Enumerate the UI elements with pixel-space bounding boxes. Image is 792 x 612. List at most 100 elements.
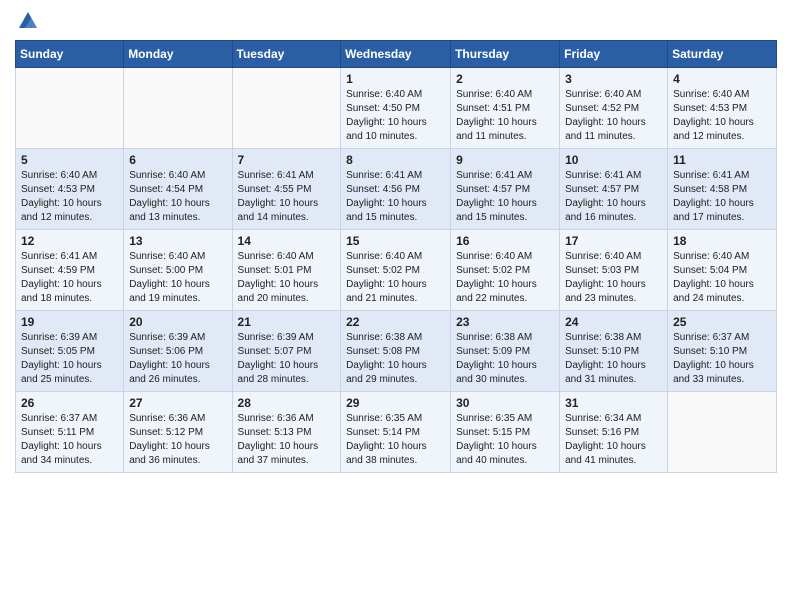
week-row-0: 1 Sunrise: 6:40 AM Sunset: 4:50 PM Daylig…: [16, 68, 777, 149]
calendar-cell: 17Sunrise: 6:40 AM Sunset: 5:03 PM Dayli…: [560, 230, 668, 311]
day-number: 19: [21, 315, 118, 329]
day-number: 12: [21, 234, 118, 248]
day-info: Sunrise: 6:38 AM Sunset: 5:09 PM Dayligh…: [456, 331, 554, 387]
day-header-monday: Monday: [124, 41, 232, 68]
day-info: Sunrise: 6:41 AM Sunset: 4:58 PM Dayligh…: [673, 169, 771, 225]
week-row-2: 12 Sunrise: 6:41 AM Sunset: 4:59 PM Dayli…: [16, 230, 777, 311]
day-info: Sunrise: 6:41 AM Sunset: 4:59 PM Dayligh…: [21, 250, 118, 306]
calendar-cell: 2 Sunrise: 6:40 AM Sunset: 4:51 PM Daylig…: [451, 68, 560, 149]
day-info: Sunrise: 6:40 AM Sunset: 4:52 PM Dayligh…: [565, 88, 662, 144]
day-info: Sunrise: 6:37 AM Sunset: 5:10 PM Dayligh…: [673, 331, 771, 387]
calendar-cell: 24 Sunrise: 6:38 AM Sunset: 5:10 PM Dayli…: [560, 311, 668, 392]
calendar-cell: 1 Sunrise: 6:40 AM Sunset: 4:50 PM Daylig…: [341, 68, 451, 149]
day-number: 15: [346, 234, 445, 248]
day-number: 8: [346, 153, 445, 167]
day-info: Sunrise: 6:40 AM Sunset: 4:53 PM Dayligh…: [673, 88, 771, 144]
calendar-cell: [16, 68, 124, 149]
calendar-cell: 28 Sunrise: 6:36 AM Sunset: 5:13 PM Dayli…: [232, 392, 341, 473]
day-number: 28: [238, 396, 336, 410]
calendar-table: SundayMondayTuesdayWednesdayThursdayFrid…: [15, 40, 777, 473]
calendar-cell: 7Sunrise: 6:41 AM Sunset: 4:55 PM Daylig…: [232, 149, 341, 230]
day-number: 16: [456, 234, 554, 248]
day-number: 10: [565, 153, 662, 167]
calendar-cell: 11 Sunrise: 6:41 AM Sunset: 4:58 PM Dayli…: [668, 149, 777, 230]
calendar-cell: 15 Sunrise: 6:40 AM Sunset: 5:02 PM Dayli…: [341, 230, 451, 311]
calendar-cell: 26Sunrise: 6:37 AM Sunset: 5:11 PM Dayli…: [16, 392, 124, 473]
calendar-cell: 10 Sunrise: 6:41 AM Sunset: 4:57 PM Dayli…: [560, 149, 668, 230]
day-number: 22: [346, 315, 445, 329]
day-number: 18: [673, 234, 771, 248]
calendar-cell: 20 Sunrise: 6:39 AM Sunset: 5:06 PM Dayli…: [124, 311, 232, 392]
day-number: 17: [565, 234, 662, 248]
week-row-4: 26Sunrise: 6:37 AM Sunset: 5:11 PM Dayli…: [16, 392, 777, 473]
day-info: Sunrise: 6:38 AM Sunset: 5:10 PM Dayligh…: [565, 331, 662, 387]
day-info: Sunrise: 6:40 AM Sunset: 4:54 PM Dayligh…: [129, 169, 226, 225]
day-info: Sunrise: 6:36 AM Sunset: 5:12 PM Dayligh…: [129, 412, 226, 468]
day-number: 5: [21, 153, 118, 167]
day-header-saturday: Saturday: [668, 41, 777, 68]
day-number: 2: [456, 72, 554, 86]
logo-icon: [17, 10, 39, 32]
day-header-thursday: Thursday: [451, 41, 560, 68]
day-info: Sunrise: 6:40 AM Sunset: 5:04 PM Dayligh…: [673, 250, 771, 306]
calendar-cell: 8 Sunrise: 6:41 AM Sunset: 4:56 PM Daylig…: [341, 149, 451, 230]
calendar-cell: 16 Sunrise: 6:40 AM Sunset: 5:02 PM Dayli…: [451, 230, 560, 311]
calendar-cell: 19 Sunrise: 6:39 AM Sunset: 5:05 PM Dayli…: [16, 311, 124, 392]
header: [15, 10, 777, 30]
calendar-cell: 14Sunrise: 6:40 AM Sunset: 5:01 PM Dayli…: [232, 230, 341, 311]
day-number: 1: [346, 72, 445, 86]
day-number: 30: [456, 396, 554, 410]
calendar-cell: 23 Sunrise: 6:38 AM Sunset: 5:09 PM Dayli…: [451, 311, 560, 392]
day-info: Sunrise: 6:41 AM Sunset: 4:57 PM Dayligh…: [456, 169, 554, 225]
day-info: Sunrise: 6:40 AM Sunset: 5:02 PM Dayligh…: [456, 250, 554, 306]
calendar-cell: [668, 392, 777, 473]
calendar-cell: 4Sunrise: 6:40 AM Sunset: 4:53 PM Daylig…: [668, 68, 777, 149]
calendar-cell: 3 Sunrise: 6:40 AM Sunset: 4:52 PM Daylig…: [560, 68, 668, 149]
day-info: Sunrise: 6:40 AM Sunset: 5:02 PM Dayligh…: [346, 250, 445, 306]
day-info: Sunrise: 6:35 AM Sunset: 5:15 PM Dayligh…: [456, 412, 554, 468]
day-info: Sunrise: 6:40 AM Sunset: 5:01 PM Dayligh…: [238, 250, 336, 306]
calendar-cell: [232, 68, 341, 149]
day-info: Sunrise: 6:41 AM Sunset: 4:57 PM Dayligh…: [565, 169, 662, 225]
main-container: SundayMondayTuesdayWednesdayThursdayFrid…: [0, 0, 792, 483]
day-number: 20: [129, 315, 226, 329]
calendar-cell: 13Sunrise: 6:40 AM Sunset: 5:00 PM Dayli…: [124, 230, 232, 311]
day-info: Sunrise: 6:40 AM Sunset: 4:51 PM Dayligh…: [456, 88, 554, 144]
day-number: 27: [129, 396, 226, 410]
day-info: Sunrise: 6:39 AM Sunset: 5:06 PM Dayligh…: [129, 331, 226, 387]
day-header-friday: Friday: [560, 41, 668, 68]
day-info: Sunrise: 6:35 AM Sunset: 5:14 PM Dayligh…: [346, 412, 445, 468]
day-number: 24: [565, 315, 662, 329]
day-info: Sunrise: 6:41 AM Sunset: 4:56 PM Dayligh…: [346, 169, 445, 225]
day-number: 6: [129, 153, 226, 167]
day-number: 25: [673, 315, 771, 329]
day-info: Sunrise: 6:39 AM Sunset: 5:07 PM Dayligh…: [238, 331, 336, 387]
day-info: Sunrise: 6:34 AM Sunset: 5:16 PM Dayligh…: [565, 412, 662, 468]
day-number: 11: [673, 153, 771, 167]
calendar-cell: 29Sunrise: 6:35 AM Sunset: 5:14 PM Dayli…: [341, 392, 451, 473]
day-number: 23: [456, 315, 554, 329]
calendar-cell: 31Sunrise: 6:34 AM Sunset: 5:16 PM Dayli…: [560, 392, 668, 473]
day-number: 3: [565, 72, 662, 86]
day-info: Sunrise: 6:36 AM Sunset: 5:13 PM Dayligh…: [238, 412, 336, 468]
calendar-cell: [124, 68, 232, 149]
day-info: Sunrise: 6:40 AM Sunset: 4:53 PM Dayligh…: [21, 169, 118, 225]
day-info: Sunrise: 6:40 AM Sunset: 4:50 PM Dayligh…: [346, 88, 445, 144]
week-row-1: 5 Sunrise: 6:40 AM Sunset: 4:53 PM Daylig…: [16, 149, 777, 230]
day-number: 9: [456, 153, 554, 167]
calendar-cell: 30 Sunrise: 6:35 AM Sunset: 5:15 PM Dayli…: [451, 392, 560, 473]
day-header-wednesday: Wednesday: [341, 41, 451, 68]
calendar-cell: 18 Sunrise: 6:40 AM Sunset: 5:04 PM Dayli…: [668, 230, 777, 311]
day-header-sunday: Sunday: [16, 41, 124, 68]
calendar-cell: 27 Sunrise: 6:36 AM Sunset: 5:12 PM Dayli…: [124, 392, 232, 473]
week-row-3: 19 Sunrise: 6:39 AM Sunset: 5:05 PM Dayli…: [16, 311, 777, 392]
day-number: 7: [238, 153, 336, 167]
calendar-cell: 6 Sunrise: 6:40 AM Sunset: 4:54 PM Daylig…: [124, 149, 232, 230]
day-info: Sunrise: 6:38 AM Sunset: 5:08 PM Dayligh…: [346, 331, 445, 387]
calendar-cell: 21Sunrise: 6:39 AM Sunset: 5:07 PM Dayli…: [232, 311, 341, 392]
calendar-cell: 25 Sunrise: 6:37 AM Sunset: 5:10 PM Dayli…: [668, 311, 777, 392]
day-info: Sunrise: 6:39 AM Sunset: 5:05 PM Dayligh…: [21, 331, 118, 387]
calendar-cell: 9 Sunrise: 6:41 AM Sunset: 4:57 PM Daylig…: [451, 149, 560, 230]
day-info: Sunrise: 6:40 AM Sunset: 5:00 PM Dayligh…: [129, 250, 226, 306]
calendar-cell: 12 Sunrise: 6:41 AM Sunset: 4:59 PM Dayli…: [16, 230, 124, 311]
